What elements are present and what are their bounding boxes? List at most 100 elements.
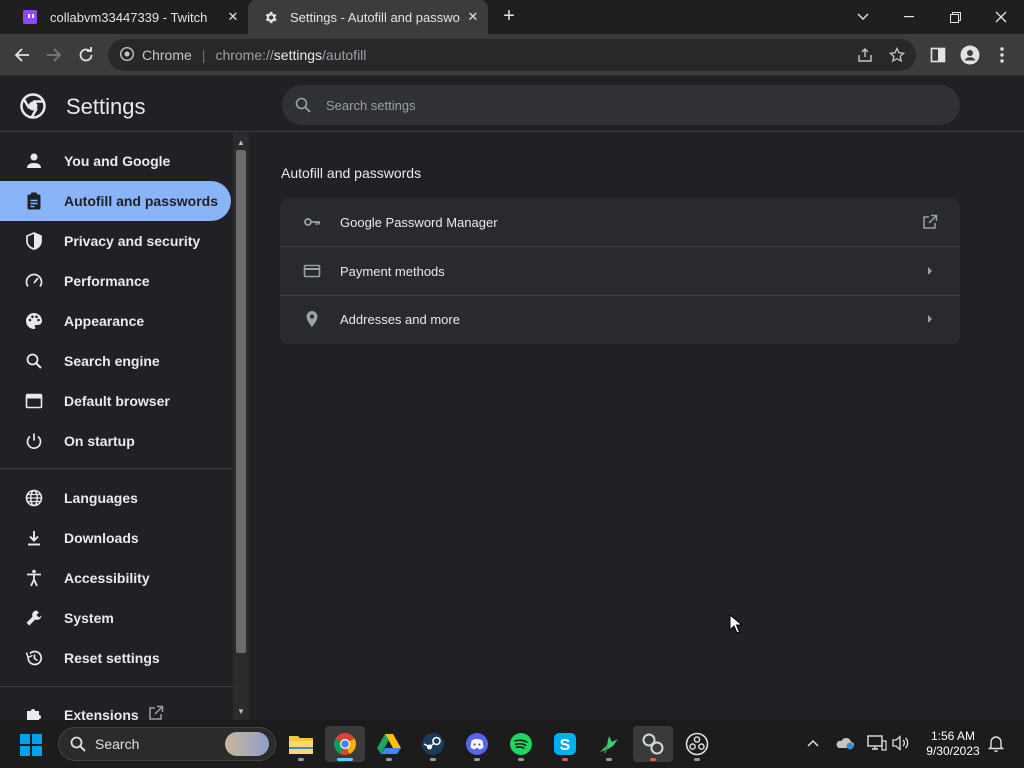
sidebar-item-downloads[interactable]: Downloads	[0, 518, 231, 558]
svg-text:S: S	[560, 737, 571, 754]
settings-main: Autofill and passwords Google Password M…	[250, 133, 1024, 720]
row-google-password-manager[interactable]: Google Password Manager	[280, 198, 960, 246]
obs-related-icon[interactable]	[633, 726, 673, 762]
chrome-logo-icon	[120, 46, 134, 64]
back-icon[interactable]	[8, 41, 36, 69]
chrome-logo-icon	[20, 93, 46, 119]
row-label: Google Password Manager	[340, 214, 498, 230]
profile-avatar[interactable]	[958, 43, 982, 67]
scroll-up-icon[interactable]: ▲	[236, 137, 246, 147]
globe-icon	[24, 488, 44, 508]
sidebar-item-you-and-google[interactable]: You and Google	[0, 141, 231, 181]
tab-title: collabvm33447339 - Twitch	[50, 9, 208, 25]
skype-icon[interactable]: S	[545, 726, 585, 762]
discord-icon[interactable]	[457, 726, 497, 762]
url-text: chrome://settings/autofill	[215, 47, 367, 63]
bookmark-star-icon[interactable]	[888, 46, 906, 64]
sidebar-divider	[0, 468, 233, 469]
forward-icon[interactable]	[40, 41, 68, 69]
sidebar-item-label: Extensions	[64, 707, 139, 720]
sidebar-item-label: Privacy and security	[64, 233, 201, 249]
sidebar-item-languages[interactable]: Languages	[0, 478, 231, 518]
credit-card-icon	[302, 261, 322, 281]
sidebar-item-reset-settings[interactable]: Reset settings	[0, 638, 231, 678]
history-icon	[24, 648, 44, 668]
sidebar-item-label: You and Google	[64, 153, 171, 169]
sidebar-item-performance[interactable]: Performance	[0, 261, 231, 301]
share-icon[interactable]	[856, 46, 874, 64]
sidebar-item-privacy[interactable]: Privacy and security	[0, 221, 231, 261]
omnibox-separator: |	[201, 47, 206, 63]
sidebar-item-label: Default browser	[64, 393, 170, 409]
hummingbird-app-icon[interactable]	[589, 726, 629, 762]
notification-bell-icon[interactable]	[985, 732, 1007, 754]
taskbar-clock[interactable]: 1:56 AM 9/30/2023	[916, 729, 990, 759]
volume-icon[interactable]	[890, 732, 912, 754]
autofill-card: Google Password Manager Payment methods …	[280, 198, 960, 344]
download-icon	[24, 528, 44, 548]
sidebar-item-extensions[interactable]: Extensions	[0, 695, 231, 720]
reload-icon[interactable]	[72, 41, 100, 69]
sidebar-divider	[0, 686, 233, 687]
sidebar-item-label: Performance	[64, 273, 150, 289]
new-tab-icon[interactable]: +	[498, 6, 520, 28]
obs-icon[interactable]	[677, 726, 717, 762]
windows-start-icon[interactable]	[20, 734, 42, 756]
sidebar-item-autofill[interactable]: Autofill and passwords	[0, 181, 231, 221]
sidebar-item-label: Search engine	[64, 353, 160, 369]
sidebar-item-label: Autofill and passwords	[64, 193, 219, 209]
tab-close-icon[interactable]: ✕	[464, 8, 482, 26]
restore-icon[interactable]	[932, 0, 978, 34]
sidebar-item-label: Appearance	[64, 313, 145, 329]
tab-close-icon[interactable]: ✕	[224, 8, 242, 26]
page-title: Settings	[66, 94, 146, 119]
key-icon	[302, 212, 322, 232]
sidebar-item-label: Accessibility	[64, 570, 150, 586]
browser-toolbar: Chrome | chrome://settings/autofill	[0, 34, 1024, 76]
mouse-cursor-icon	[729, 613, 744, 634]
kebab-menu-icon[interactable]	[990, 43, 1014, 67]
show-hidden-icons-chevron-icon[interactable]	[802, 732, 824, 754]
row-addresses-and-more[interactable]: Addresses and more	[280, 295, 960, 343]
address-bar[interactable]: Chrome | chrome://settings/autofill	[108, 39, 916, 71]
google-drive-icon[interactable]	[369, 726, 409, 762]
search-input[interactable]	[326, 97, 886, 113]
sidebar-item-appearance[interactable]: Appearance	[0, 301, 231, 341]
site-info-chip[interactable]: Chrome	[120, 46, 192, 64]
open-in-new-icon	[148, 705, 166, 720]
tab-twitch[interactable]: collabvm33447339 - Twitch ✕	[8, 0, 248, 34]
file-explorer-icon[interactable]	[281, 726, 321, 762]
tab-settings[interactable]: Settings - Autofill and passwords ✕	[248, 0, 488, 34]
close-window-icon[interactable]	[978, 0, 1024, 34]
sidebar-item-on-startup[interactable]: On startup	[0, 421, 231, 461]
row-payment-methods[interactable]: Payment methods	[280, 247, 960, 295]
open-in-new-icon[interactable]	[920, 212, 940, 232]
row-label: Addresses and more	[340, 311, 460, 327]
settings-search[interactable]	[282, 85, 960, 125]
sidebar-item-label: On startup	[64, 433, 135, 449]
steam-icon[interactable]	[413, 726, 453, 762]
taskbar-search[interactable]: Search	[58, 727, 276, 761]
minimize-icon[interactable]	[886, 0, 932, 34]
sidebar-item-system[interactable]: System	[0, 598, 231, 638]
sidebar-item-accessibility[interactable]: Accessibility	[0, 558, 231, 598]
chrome-icon[interactable]	[325, 726, 365, 762]
puzzle-icon	[24, 705, 44, 720]
spotify-icon[interactable]	[501, 726, 541, 762]
arrow-right-icon[interactable]	[920, 261, 940, 281]
scroll-down-icon[interactable]: ▼	[236, 706, 246, 716]
arrow-right-icon[interactable]	[920, 309, 940, 329]
side-panel-icon[interactable]	[926, 43, 950, 67]
tab-search-icon[interactable]	[840, 0, 886, 34]
sidebar-item-default-browser[interactable]: Default browser	[0, 381, 231, 421]
accessibility-icon	[24, 568, 44, 588]
sidebar-item-label: Languages	[64, 490, 138, 506]
location-pin-icon	[302, 309, 322, 329]
tab-title: Settings - Autofill and passwords	[290, 9, 460, 25]
scrollbar-thumb[interactable]	[236, 150, 246, 653]
windows-taskbar: Search S 1:56 AM 9/30/2023	[0, 720, 1024, 768]
sidebar-item-search-engine[interactable]: Search engine	[0, 341, 231, 381]
speedometer-icon	[24, 271, 44, 291]
onedrive-icon[interactable]	[834, 732, 856, 754]
network-icon[interactable]	[866, 732, 888, 754]
